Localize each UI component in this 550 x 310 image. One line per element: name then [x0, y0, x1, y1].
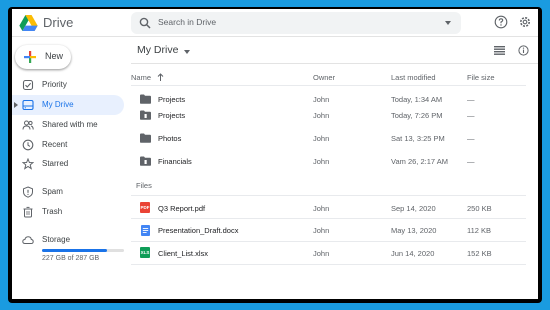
column-header-name[interactable]: Name: [131, 73, 151, 82]
file-modified: Jun 14, 2020: [391, 249, 435, 258]
file-name: Projects: [158, 95, 186, 104]
file-name: Client_List.xlsx: [158, 249, 209, 258]
app-title: Drive: [43, 15, 74, 30]
drive-logo-icon: [19, 15, 38, 31]
sidebar-item-starred[interactable]: Starred: [12, 154, 124, 174]
file-owner: John: [313, 95, 330, 104]
info-icon[interactable]: [518, 45, 529, 56]
file-owner: John: [313, 134, 330, 143]
sidebar-item-label: Recent: [42, 140, 68, 149]
file-owner: John: [313, 111, 330, 120]
file-owner: John: [313, 204, 330, 213]
sidebar-item-label: Trash: [42, 207, 63, 216]
settings-icon[interactable]: [518, 15, 532, 29]
file-modified: Sat 13, 3:25 PM: [391, 134, 445, 143]
sidebar-item-label: My Drive: [42, 100, 74, 109]
breadcrumb-dropdown-icon[interactable]: [184, 50, 190, 54]
clock-icon: [22, 139, 34, 151]
sidebar-item-my-drive[interactable]: My Drive: [12, 95, 124, 115]
file-owner: John: [313, 157, 330, 166]
plus-icon: [24, 51, 36, 63]
row-divider: [131, 218, 526, 219]
file-size: —: [467, 111, 475, 120]
cloud-icon: [22, 236, 34, 244]
folder-icon: [140, 94, 151, 104]
file-name: Financials: [158, 157, 192, 166]
file-size: —: [467, 95, 475, 104]
file-row[interactable]: XLS Client_List.xlsx John Jun 14, 2020 1…: [131, 243, 526, 263]
sidebar-item-trash[interactable]: Trash: [12, 202, 124, 222]
shared-folder-icon: [140, 156, 151, 166]
file-size: —: [467, 157, 475, 166]
folder-row[interactable]: Financials John Vam 26, 2:17 AM —: [131, 151, 526, 171]
priority-icon: [22, 79, 34, 91]
file-modified: Sep 14, 2020: [391, 204, 436, 213]
file-row[interactable]: Presentation_Draft.docx John May 13, 202…: [131, 220, 526, 240]
search-placeholder: Search in Drive: [158, 17, 217, 27]
sidebar-item-label: Priority: [42, 80, 67, 89]
folder-row[interactable]: Projects John Today, 7:26 PM —: [131, 105, 526, 125]
trash-icon: [23, 206, 33, 218]
row-divider: [131, 264, 526, 265]
folder-icon: [140, 133, 151, 143]
shared-icon: [22, 120, 34, 130]
new-button-label: New: [45, 51, 64, 61]
file-modified: Today, 7:26 PM: [391, 111, 443, 120]
search-bar[interactable]: Search in Drive: [131, 12, 461, 34]
list-view-icon[interactable]: [494, 46, 505, 55]
new-button[interactable]: New: [15, 45, 71, 69]
file-size: 112 KB: [467, 226, 492, 235]
column-header-size[interactable]: File size: [467, 73, 495, 82]
sidebar-item-label: Storage: [42, 235, 71, 244]
doc-icon: [141, 225, 150, 236]
sidebar-item-priority[interactable]: Priority: [12, 75, 124, 95]
spam-icon: [23, 186, 33, 198]
folder-row[interactable]: Photos John Sat 13, 3:25 PM —: [131, 128, 526, 148]
shared-folder-icon: [140, 110, 151, 120]
storage-meter: [42, 249, 124, 252]
sheet-icon: XLS: [140, 247, 150, 258]
top-bar: Drive Search in Drive: [12, 9, 538, 37]
breadcrumb-my-drive[interactable]: My Drive: [137, 44, 178, 56]
file-modified: Today, 1:34 AM: [391, 95, 443, 104]
column-header-owner[interactable]: Owner: [313, 73, 335, 82]
files-section-label: Files: [136, 181, 152, 190]
sidebar-item-storage[interactable]: Storage: [12, 230, 124, 250]
sidebar-item-label: Shared with me: [42, 120, 98, 129]
storage-usage-text: 227 GB of 287 GB: [42, 255, 100, 262]
storage-meter-fill: [42, 249, 107, 252]
row-divider: [131, 241, 526, 242]
section-divider: [131, 195, 526, 196]
search-options-icon[interactable]: [445, 21, 451, 25]
file-modified: Vam 26, 2:17 AM: [391, 157, 448, 166]
sort-ascending-icon[interactable]: [157, 73, 164, 81]
file-row[interactable]: PDF Q3 Report.pdf John Sep 14, 2020 250 …: [131, 198, 526, 218]
sidebar-item-shared[interactable]: Shared with me: [12, 115, 124, 135]
column-header-modified[interactable]: Last modified: [391, 73, 436, 82]
file-name: Projects: [158, 111, 186, 120]
file-modified: May 13, 2020: [391, 226, 437, 235]
file-name: Presentation_Draft.docx: [158, 226, 239, 235]
sidebar-item-spam[interactable]: Spam: [12, 182, 124, 202]
help-icon[interactable]: [494, 15, 508, 29]
file-size: 250 KB: [467, 204, 492, 213]
drive-window: Drive Search in Drive New Priority My Dr…: [12, 9, 538, 299]
sidebar-item-recent[interactable]: Recent: [12, 135, 124, 155]
file-name: Photos: [158, 134, 182, 143]
pdf-icon: PDF: [140, 202, 150, 213]
file-owner: John: [313, 249, 330, 258]
expand-arrow-icon[interactable]: [14, 102, 18, 108]
sidebar-item-label: Starred: [42, 159, 69, 168]
search-icon: [139, 17, 151, 29]
file-name: Q3 Report.pdf: [158, 204, 206, 213]
my-drive-icon: [22, 99, 34, 111]
file-owner: John: [313, 226, 330, 235]
star-icon: [22, 158, 34, 170]
toolbar-divider: [131, 63, 538, 64]
file-size: 152 KB: [467, 249, 492, 258]
file-size: —: [467, 134, 475, 143]
header-divider: [131, 85, 526, 86]
sidebar-item-label: Spam: [42, 187, 63, 196]
